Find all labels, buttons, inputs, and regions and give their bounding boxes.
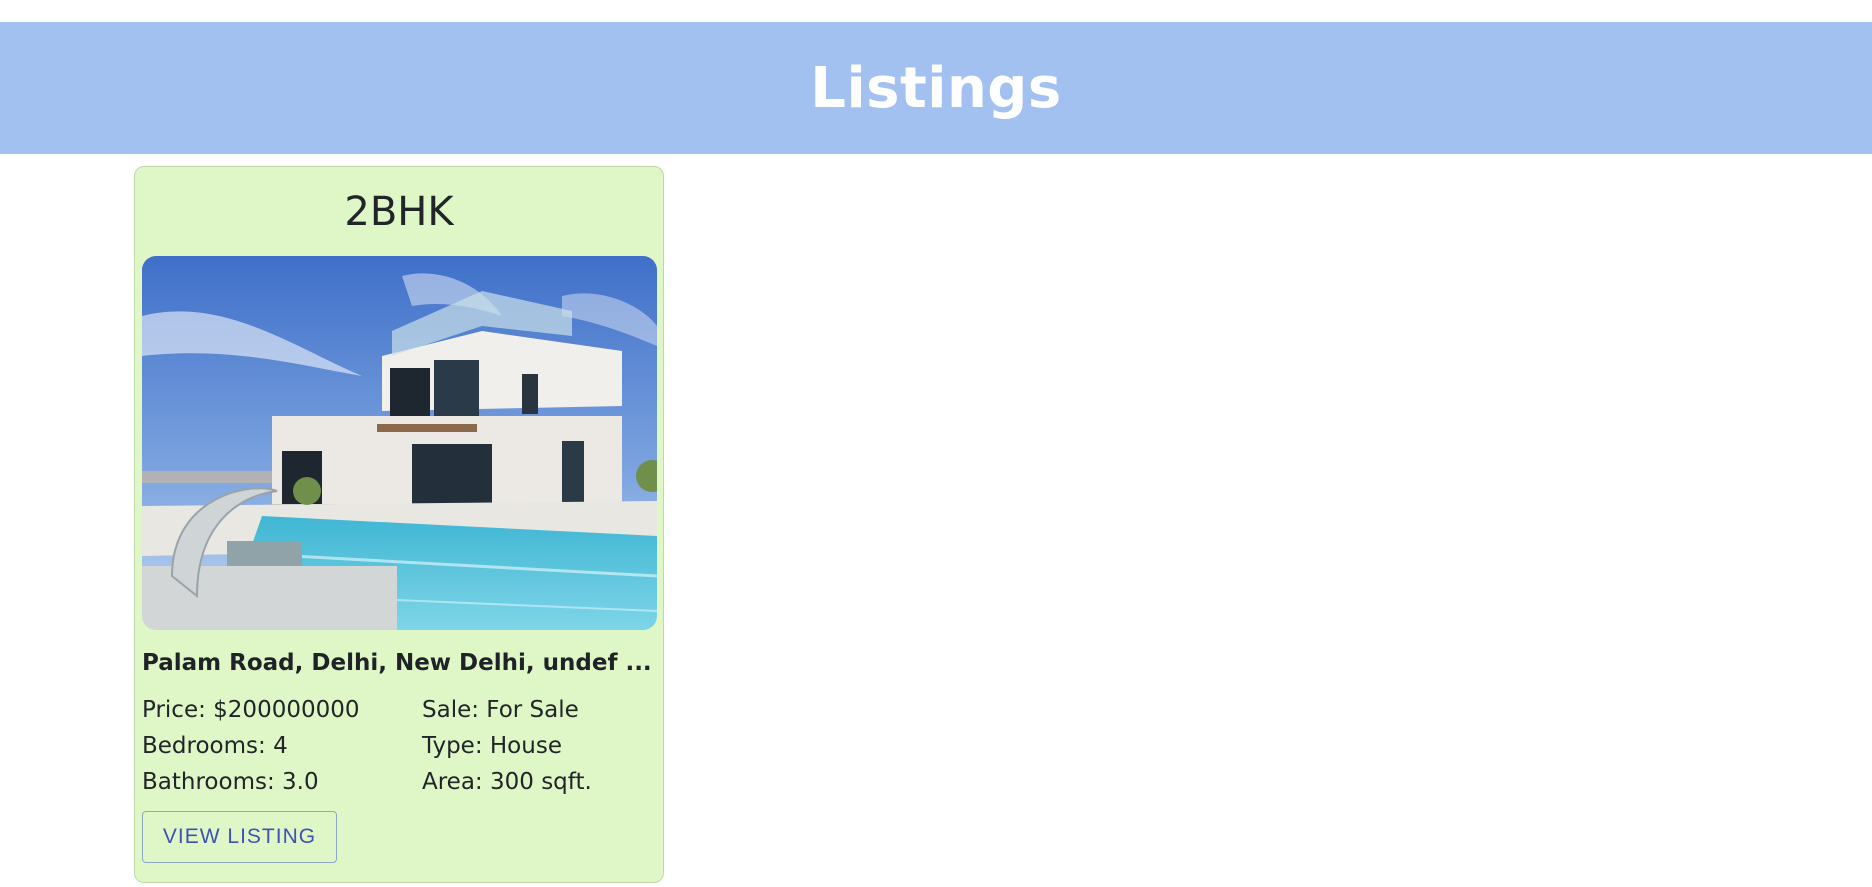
page-title: Listings bbox=[810, 55, 1062, 121]
listing-area: Area: 300 sqft. bbox=[422, 769, 592, 795]
listing-sale-status: Sale: For Sale bbox=[422, 697, 579, 723]
view-listing-button[interactable]: VIEW LISTING bbox=[142, 811, 337, 863]
listing-bathrooms: Bathrooms: 3.0 bbox=[142, 769, 319, 795]
listing-photo bbox=[142, 256, 657, 630]
listing-price: Price: $200000000 bbox=[142, 697, 360, 723]
listing-card: 2BHK Palam Road, Delhi, New Delhi, undef… bbox=[134, 166, 664, 883]
listing-bedrooms: Bedrooms: 4 bbox=[142, 733, 288, 759]
page-header: Listings bbox=[0, 22, 1872, 154]
listing-title: 2BHK bbox=[344, 189, 454, 235]
listing-address: Palam Road, Delhi, New Delhi, undef ... bbox=[142, 650, 652, 676]
listing-type: Type: House bbox=[422, 733, 562, 759]
